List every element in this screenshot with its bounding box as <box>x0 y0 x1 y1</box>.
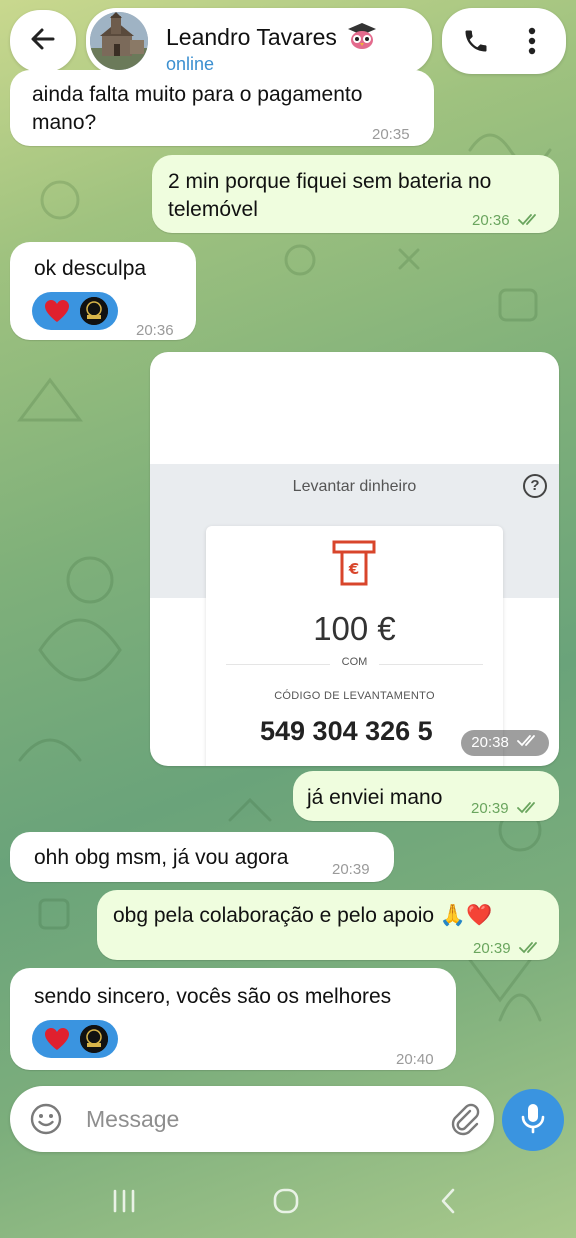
emoji-icon[interactable] <box>30 1103 62 1140</box>
double-check-icon <box>517 207 540 236</box>
back-button[interactable] <box>10 10 76 72</box>
recent-apps-icon[interactable] <box>104 1184 144 1218</box>
reactor-avatar <box>78 1023 110 1055</box>
message-text-line: já enviei mano <box>307 786 443 809</box>
message-time: 20:39 <box>471 794 539 824</box>
message-text-line: ok desculpa <box>34 257 147 280</box>
microphone-icon <box>520 1102 546 1139</box>
double-check-icon <box>516 795 539 824</box>
image-title: Levantar dinheiro <box>292 478 417 495</box>
help-icon: ? <box>523 474 547 498</box>
withdrawal-amount: 100 € <box>313 610 396 647</box>
double-check-icon <box>517 730 539 756</box>
heart-icon <box>44 1027 70 1059</box>
message-time: 20:39 <box>473 934 541 964</box>
system-nav-bar <box>0 1162 576 1238</box>
withdrawal-card: € 100 € COM CÓDIGO DE LEVANTAMENTO 549 3… <box>206 526 503 766</box>
microphone-button[interactable] <box>502 1089 564 1151</box>
withdrawal-code: 549 304 326 5 <box>260 716 433 746</box>
arrow-left-icon <box>29 25 57 58</box>
message-time: 20:39 <box>332 861 370 878</box>
avatar[interactable] <box>90 12 148 70</box>
message-incoming[interactable]: sendo sincero, vocês são os melhores 20:… <box>10 968 456 1070</box>
home-icon[interactable] <box>266 1184 306 1218</box>
reaction-badge[interactable] <box>32 1020 118 1058</box>
message-time: 20:40 <box>396 1051 434 1068</box>
atm-euro-icon: € <box>332 540 376 593</box>
contact-header[interactable]: Leandro Tavares online <box>86 8 432 74</box>
message-incoming[interactable]: ainda falta muito para o pagamento mano?… <box>10 70 434 146</box>
message-outgoing[interactable]: obg pela colaboração e pelo apoio 🙏❤️ 20… <box>97 890 559 960</box>
svg-text:€: € <box>348 560 359 578</box>
message-outgoing[interactable]: 2 min porque fiquei sem bateria no telem… <box>152 155 559 233</box>
back-nav-icon[interactable] <box>428 1184 468 1218</box>
reaction-badge[interactable] <box>32 292 118 330</box>
method-label: COM <box>206 656 503 668</box>
message-image[interactable]: Levantar dinheiro ? € 100 € COM CÓDIGO D… <box>150 352 559 766</box>
phone-icon[interactable] <box>460 25 492 57</box>
message-text-line: ohh obg msm, já vou agora <box>34 846 289 869</box>
message-text-line: ainda falta muito para o pagamento <box>32 83 363 106</box>
message-input[interactable] <box>86 1100 426 1138</box>
contact-name: Leandro Tavares <box>166 22 377 56</box>
message-text-line: telemóvel <box>168 198 258 221</box>
message-text-line: 2 min porque fiquei sem bateria no <box>168 170 492 193</box>
message-time: 20:36 <box>136 322 174 339</box>
church-photo-icon <box>90 12 148 70</box>
message-incoming[interactable]: ohh obg msm, já vou agora 20:39 <box>10 832 394 882</box>
message-outgoing[interactable]: já enviei mano 20:39 <box>293 771 559 821</box>
message-time: 20:38 <box>461 730 549 756</box>
message-incoming[interactable]: ok desculpa 20:36 <box>10 242 196 340</box>
message-time: 20:36 <box>472 206 540 236</box>
heart-icon <box>44 299 70 331</box>
message-text-line: sendo sincero, vocês são os melhores <box>34 985 392 1008</box>
paperclip-icon[interactable] <box>448 1102 482 1141</box>
header-actions <box>442 8 566 74</box>
composer <box>10 1086 494 1152</box>
message-text-line: obg pela colaboração e pelo apoio 🙏❤️ <box>113 904 493 927</box>
double-check-icon <box>518 935 541 964</box>
more-vertical-icon[interactable] <box>516 25 548 57</box>
code-label: CÓDIGO DE LEVANTAMENTO <box>274 690 435 702</box>
message-text-line: mano? <box>32 111 97 134</box>
message-time: 20:35 <box>372 126 410 143</box>
reactor-avatar <box>78 295 110 327</box>
graduation-owl-icon <box>347 22 377 56</box>
